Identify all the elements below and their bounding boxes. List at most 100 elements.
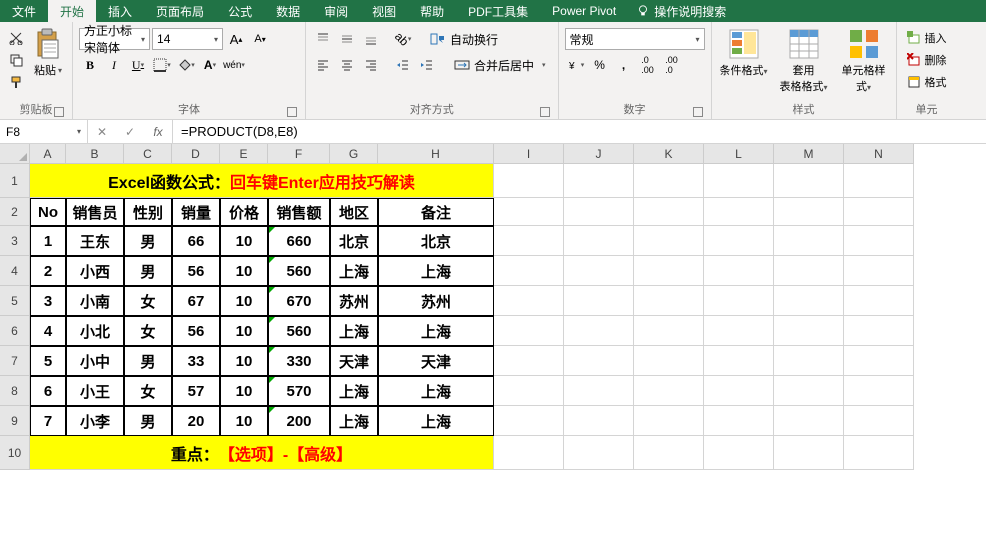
- dialog-launcher[interactable]: [54, 107, 64, 117]
- cell-E2[interactable]: 价格: [220, 198, 268, 226]
- cell-J9[interactable]: [564, 406, 634, 436]
- cell-F4[interactable]: 560: [268, 256, 330, 286]
- cell-K1[interactable]: [634, 164, 704, 198]
- cell-A1[interactable]: Excel函数公式：回车键Enter应用技巧解读: [30, 164, 494, 198]
- cell-K7[interactable]: [634, 346, 704, 376]
- cell-L8[interactable]: [704, 376, 774, 406]
- cell-N9[interactable]: [844, 406, 914, 436]
- cell-I9[interactable]: [494, 406, 564, 436]
- cell-K9[interactable]: [634, 406, 704, 436]
- align-bottom-button[interactable]: [360, 28, 382, 50]
- row-header-1[interactable]: 1: [0, 164, 30, 198]
- cell-L5[interactable]: [704, 286, 774, 316]
- cell-D2[interactable]: 销量: [172, 198, 220, 226]
- col-header-K[interactable]: K: [634, 144, 704, 164]
- cell-M5[interactable]: [774, 286, 844, 316]
- cell-N3[interactable]: [844, 226, 914, 256]
- col-header-A[interactable]: A: [30, 144, 66, 164]
- cell-E6[interactable]: 10: [220, 316, 268, 346]
- cell-E5[interactable]: 10: [220, 286, 268, 316]
- align-left-button[interactable]: [312, 54, 334, 76]
- cell-J10[interactable]: [564, 436, 634, 470]
- tab-审阅[interactable]: 审阅: [312, 0, 360, 22]
- italic-button[interactable]: I: [103, 54, 125, 76]
- select-all-corner[interactable]: [0, 144, 30, 164]
- col-header-L[interactable]: L: [704, 144, 774, 164]
- col-header-F[interactable]: F: [268, 144, 330, 164]
- cell-A4[interactable]: 2: [30, 256, 66, 286]
- cell-B4[interactable]: 小西: [66, 256, 124, 286]
- cell-N1[interactable]: [844, 164, 914, 198]
- cell-H8[interactable]: 上海: [378, 376, 494, 406]
- cell-F5[interactable]: 670: [268, 286, 330, 316]
- underline-button[interactable]: U▾: [127, 54, 149, 76]
- cell-J5[interactable]: [564, 286, 634, 316]
- cell-I2[interactable]: [494, 198, 564, 226]
- cell-D3[interactable]: 66: [172, 226, 220, 256]
- col-header-M[interactable]: M: [774, 144, 844, 164]
- cell-J2[interactable]: [564, 198, 634, 226]
- tab-公式[interactable]: 公式: [216, 0, 264, 22]
- cell-L10[interactable]: [704, 436, 774, 470]
- row-header-7[interactable]: 7: [0, 346, 30, 376]
- col-header-C[interactable]: C: [124, 144, 172, 164]
- name-box[interactable]: F8▾: [0, 120, 88, 143]
- cell-D8[interactable]: 57: [172, 376, 220, 406]
- cell-N2[interactable]: [844, 198, 914, 226]
- cell-F9[interactable]: 200: [268, 406, 330, 436]
- align-right-button[interactable]: [360, 54, 382, 76]
- cell-C4[interactable]: 男: [124, 256, 172, 286]
- cell-C8[interactable]: 女: [124, 376, 172, 406]
- row-header-6[interactable]: 6: [0, 316, 30, 346]
- cell-B3[interactable]: 王东: [66, 226, 124, 256]
- cell-L2[interactable]: [704, 198, 774, 226]
- cell-G6[interactable]: 上海: [330, 316, 378, 346]
- cancel-formula-button[interactable]: ✕: [88, 120, 116, 143]
- cell-F7[interactable]: 330: [268, 346, 330, 376]
- cell-F6[interactable]: 560: [268, 316, 330, 346]
- cell-G7[interactable]: 天津: [330, 346, 378, 376]
- col-header-J[interactable]: J: [564, 144, 634, 164]
- delete-cells-button[interactable]: 删除: [903, 50, 951, 70]
- cell-M9[interactable]: [774, 406, 844, 436]
- cell-G3[interactable]: 北京: [330, 226, 378, 256]
- increase-indent-button[interactable]: [416, 54, 438, 76]
- cell-E7[interactable]: 10: [220, 346, 268, 376]
- cell-I5[interactable]: [494, 286, 564, 316]
- cell-D7[interactable]: 33: [172, 346, 220, 376]
- cell-A8[interactable]: 6: [30, 376, 66, 406]
- cell-B5[interactable]: 小南: [66, 286, 124, 316]
- row-header-2[interactable]: 2: [0, 198, 30, 226]
- col-header-N[interactable]: N: [844, 144, 914, 164]
- cell-A10[interactable]: 重点：【选项】-【高级】: [30, 436, 494, 470]
- tab-页面布局[interactable]: 页面布局: [144, 0, 216, 22]
- align-middle-button[interactable]: [336, 28, 358, 50]
- fill-color-button[interactable]: ▾: [175, 54, 197, 76]
- cell-H5[interactable]: 苏州: [378, 286, 494, 316]
- cell-H4[interactable]: 上海: [378, 256, 494, 286]
- col-header-H[interactable]: H: [378, 144, 494, 164]
- cut-button[interactable]: [6, 28, 26, 48]
- cell-C7[interactable]: 男: [124, 346, 172, 376]
- cell-H6[interactable]: 上海: [378, 316, 494, 346]
- copy-button[interactable]: [6, 50, 26, 70]
- cell-H9[interactable]: 上海: [378, 406, 494, 436]
- cell-E4[interactable]: 10: [220, 256, 268, 286]
- insert-cells-button[interactable]: 插入: [903, 28, 951, 48]
- border-button[interactable]: ▾: [151, 54, 173, 76]
- cell-G4[interactable]: 上海: [330, 256, 378, 286]
- cell-B9[interactable]: 小李: [66, 406, 124, 436]
- tell-me-search[interactable]: 操作说明搜索: [636, 0, 726, 22]
- cell-B6[interactable]: 小北: [66, 316, 124, 346]
- cell-I7[interactable]: [494, 346, 564, 376]
- cell-F3[interactable]: 660: [268, 226, 330, 256]
- cell-L6[interactable]: [704, 316, 774, 346]
- cell-J1[interactable]: [564, 164, 634, 198]
- cell-D5[interactable]: 67: [172, 286, 220, 316]
- cell-G9[interactable]: 上海: [330, 406, 378, 436]
- dialog-launcher[interactable]: [540, 107, 550, 117]
- tab-Power Pivot[interactable]: Power Pivot: [540, 0, 628, 22]
- font-color-button[interactable]: A▾: [199, 54, 221, 76]
- align-center-button[interactable]: [336, 54, 358, 76]
- col-header-I[interactable]: I: [494, 144, 564, 164]
